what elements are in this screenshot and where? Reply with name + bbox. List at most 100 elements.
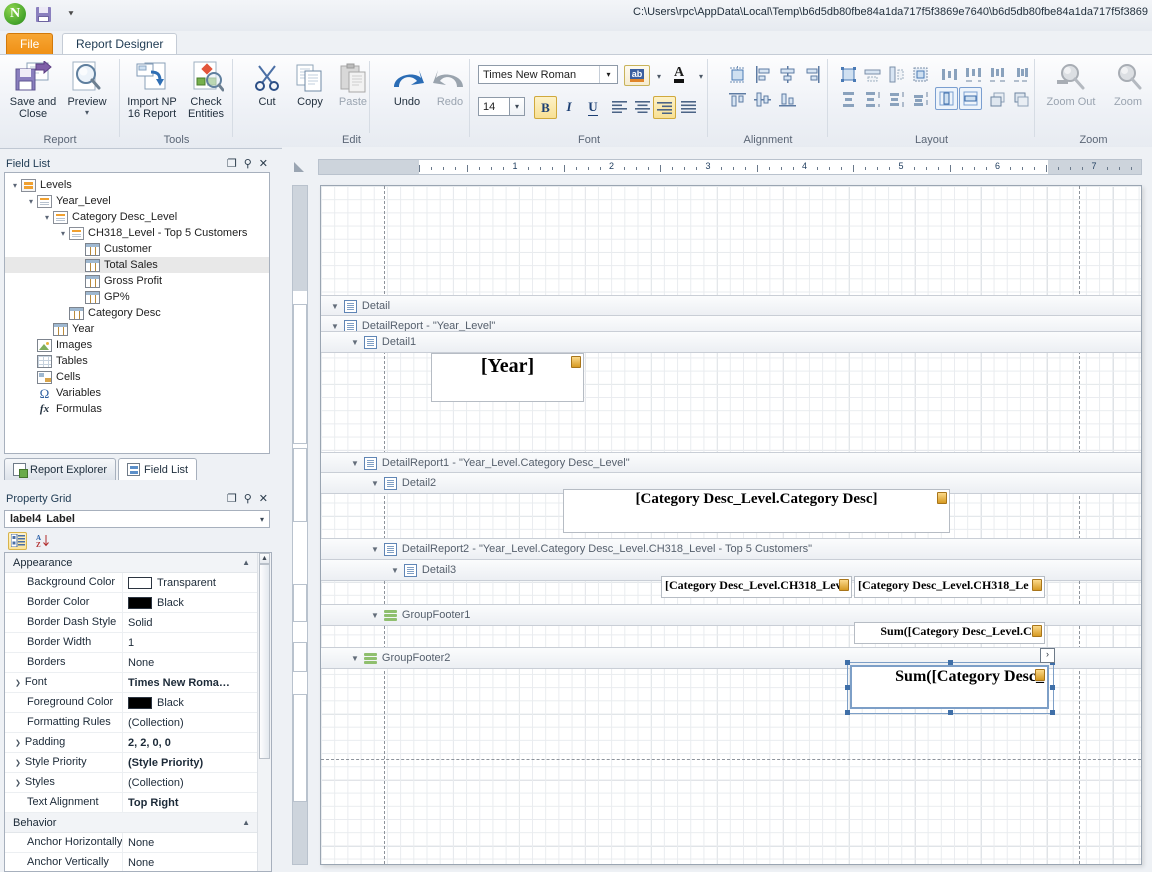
expander-icon[interactable]: ▾ bbox=[25, 197, 37, 206]
property-value[interactable]: 1 bbox=[123, 637, 258, 649]
band-header[interactable]: ▼ Detail bbox=[321, 295, 1141, 317]
field-list-node[interactable]: Total Sales bbox=[5, 257, 269, 273]
property-value[interactable]: None bbox=[123, 857, 258, 869]
scroll-thumb[interactable] bbox=[259, 564, 270, 759]
property-value[interactable]: Black bbox=[123, 696, 258, 709]
expression-tag-icon[interactable] bbox=[1032, 579, 1042, 591]
size-to-both-button[interactable] bbox=[909, 63, 931, 85]
font-color-button[interactable]: A bbox=[668, 63, 690, 85]
field-list-node[interactable]: ▾ Levels bbox=[5, 177, 269, 193]
property-expander-icon[interactable]: ❯ bbox=[15, 680, 21, 687]
property-value[interactable]: None bbox=[123, 657, 258, 669]
import-np-16-report-button[interactable]: Import NP 16 Report bbox=[121, 59, 183, 120]
property-expander-icon[interactable]: ❯ bbox=[15, 760, 21, 767]
property-grid-object-combo[interactable]: label4 Label ▾ bbox=[4, 510, 270, 528]
center-horizontally-button[interactable] bbox=[935, 87, 958, 110]
expression-tag-icon[interactable] bbox=[839, 579, 849, 591]
property-value[interactable]: 2, 2, 0, 0 bbox=[123, 737, 258, 749]
property-row[interactable]: Background Color Transparent bbox=[5, 573, 258, 593]
property-value[interactable]: (Collection) bbox=[123, 777, 258, 789]
send-to-back-button[interactable] bbox=[1010, 88, 1032, 110]
field-list-node[interactable]: Cells bbox=[5, 369, 269, 385]
font-size-input[interactable]: 14 bbox=[478, 97, 510, 116]
band-header[interactable]: ▼ DetailReport1 - "Year_Level.Category De… bbox=[321, 452, 1141, 474]
tab-report-designer[interactable]: Report Designer bbox=[62, 33, 178, 55]
band-header[interactable]: ▼ Detail1 bbox=[321, 331, 1141, 353]
field-list-node[interactable]: Gross Profit bbox=[5, 273, 269, 289]
remove-vertical-spacing-button[interactable] bbox=[909, 88, 931, 110]
customize-quick-access-icon[interactable]: ⯆ bbox=[60, 3, 82, 25]
band-collapse-icon[interactable]: ▼ bbox=[371, 479, 379, 488]
property-value[interactable]: (Collection) bbox=[123, 717, 258, 729]
font-family-combo[interactable]: Times New Roman ▾ bbox=[478, 65, 618, 84]
band-collapse-icon[interactable]: ▼ bbox=[371, 611, 379, 620]
paste-button[interactable]: Paste bbox=[322, 59, 384, 108]
zoom-out-button[interactable]: Zoom Out bbox=[1040, 59, 1102, 108]
align-middles-button[interactable] bbox=[751, 88, 773, 110]
size-to-height-button[interactable] bbox=[885, 63, 907, 85]
property-value[interactable]: Transparent bbox=[123, 576, 258, 589]
band-collapse-icon[interactable]: ▼ bbox=[371, 545, 379, 554]
property-row[interactable]: Borders None bbox=[5, 653, 258, 673]
expression-tag-icon[interactable] bbox=[1032, 625, 1042, 637]
save-icon[interactable] bbox=[32, 3, 54, 25]
smart-tag-button[interactable]: › bbox=[1040, 648, 1055, 663]
property-value[interactable]: Black bbox=[123, 596, 258, 609]
decrease-vertical-spacing-button[interactable] bbox=[885, 88, 907, 110]
property-row[interactable]: ❯ Font Times New Roma… bbox=[5, 673, 258, 693]
resize-handle[interactable] bbox=[947, 660, 953, 665]
preview-button[interactable]: Preview ▾ bbox=[56, 59, 118, 117]
restore-icon[interactable]: ❐ bbox=[227, 157, 237, 170]
expander-icon[interactable]: ▾ bbox=[57, 229, 69, 238]
band-collapse-icon[interactable]: ▼ bbox=[351, 338, 359, 347]
resize-handle[interactable] bbox=[845, 710, 850, 715]
resize-handle[interactable] bbox=[947, 710, 953, 715]
property-value[interactable]: Top Right bbox=[123, 797, 258, 809]
resize-handle[interactable] bbox=[845, 685, 850, 690]
property-value[interactable]: None bbox=[123, 837, 258, 849]
align-justify-button[interactable] bbox=[677, 96, 699, 118]
zoom-button[interactable]: Zoom bbox=[1097, 59, 1152, 108]
highlight-color-button[interactable]: ab bbox=[624, 65, 650, 86]
center-vertically-button[interactable] bbox=[959, 87, 982, 110]
remove-horizontal-spacing-button[interactable] bbox=[1010, 63, 1032, 85]
vertical-ruler[interactable] bbox=[292, 185, 308, 865]
band-collapse-icon[interactable]: ▼ bbox=[331, 322, 339, 331]
property-row[interactable]: ❯ Styles (Collection) bbox=[5, 773, 258, 793]
check-entities-button[interactable]: Check Entities bbox=[175, 59, 237, 120]
restore-icon[interactable]: ❐ bbox=[227, 492, 237, 505]
bring-to-front-button[interactable] bbox=[986, 88, 1008, 110]
save-and-close-button[interactable]: Save and Close bbox=[2, 59, 64, 120]
collapse-icon[interactable]: ▲ bbox=[242, 558, 258, 567]
expression-tag-icon[interactable] bbox=[571, 356, 581, 368]
tab-file[interactable]: File bbox=[6, 33, 54, 55]
increase-vertical-spacing-button[interactable] bbox=[861, 88, 883, 110]
field-list-node[interactable]: ▾ CH318_Level - Top 5 Customers bbox=[5, 225, 269, 241]
field-list-node[interactable]: fx Formulas bbox=[5, 401, 269, 417]
align-lefts-button[interactable] bbox=[751, 63, 773, 85]
label-ch318-total-sales[interactable]: [Category Desc_Level.CH318_Le bbox=[854, 576, 1045, 598]
property-row[interactable]: Formatting Rules (Collection) bbox=[5, 713, 258, 733]
size-to-grid-button[interactable] bbox=[837, 63, 859, 85]
property-grid-list[interactable]: Appearance ▲ Background Color Transparent Bo… bbox=[4, 552, 272, 872]
property-expander-icon[interactable]: ❯ bbox=[15, 740, 21, 747]
dock-tab-field-list[interactable]: Field List bbox=[118, 458, 198, 480]
underline-button[interactable]: U bbox=[582, 96, 604, 118]
align-centers-button[interactable] bbox=[776, 63, 798, 85]
field-list-node[interactable]: Images bbox=[5, 337, 269, 353]
make-horizontal-spacing-equal-button[interactable] bbox=[938, 63, 960, 85]
band-collapse-icon[interactable]: ▼ bbox=[331, 302, 339, 311]
property-category-header[interactable]: Behavior ▲ bbox=[5, 813, 258, 833]
align-bottoms-button[interactable] bbox=[776, 88, 798, 110]
band-collapse-icon[interactable]: ▼ bbox=[351, 459, 359, 468]
property-value[interactable]: (Style Priority) bbox=[123, 757, 258, 769]
align-left-button[interactable] bbox=[608, 96, 630, 118]
label-groupfooter1-sum[interactable]: Sum([Category Desc_Level.CH bbox=[854, 622, 1045, 644]
field-list-node[interactable]: Tables bbox=[5, 353, 269, 369]
property-row[interactable]: Border Color Black bbox=[5, 593, 258, 613]
band-collapse-icon[interactable]: ▼ bbox=[391, 566, 399, 575]
report-canvas[interactable]: ▼ Detail ▼ DetailReport - "Year_Level" ▼ Deta… bbox=[320, 185, 1142, 865]
field-list-node[interactable]: Ω Variables bbox=[5, 385, 269, 401]
expression-tag-icon[interactable] bbox=[1035, 669, 1045, 681]
dock-tab-report-explorer[interactable]: Report Explorer bbox=[4, 458, 117, 480]
